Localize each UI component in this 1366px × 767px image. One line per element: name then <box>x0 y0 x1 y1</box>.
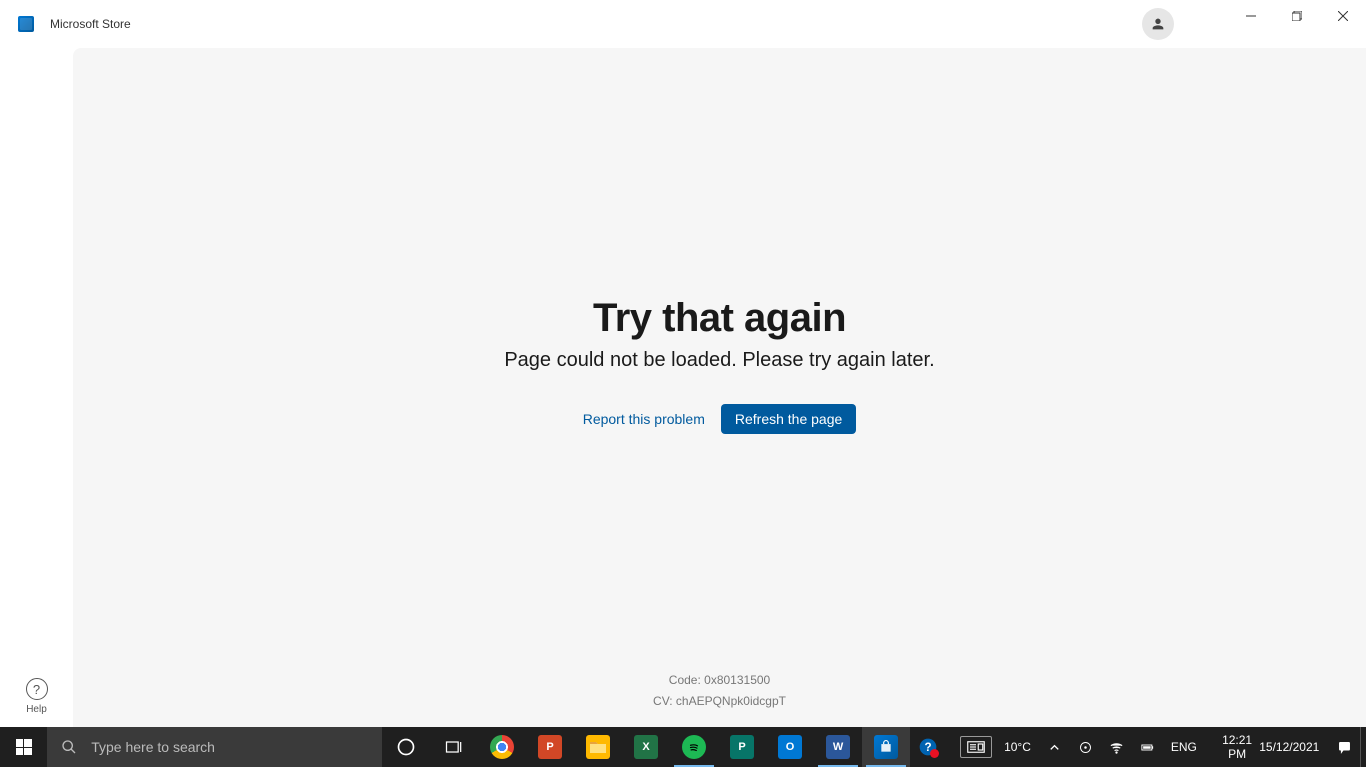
show-hidden-icons-button[interactable] <box>1039 727 1070 767</box>
windows-logo-icon <box>16 739 32 755</box>
excel-taskbar-button[interactable]: X <box>622 727 670 767</box>
weather-temperature: 10°C <box>1004 740 1031 754</box>
error-codes: Code: 0x80131500 CV: chAEPQNpk0idcgpT <box>653 670 786 713</box>
left-sidebar: ? Help <box>0 48 73 727</box>
chrome-taskbar-button[interactable] <box>478 727 526 767</box>
circle-icon <box>396 737 416 757</box>
error-panel: Try that again Page could not be loaded.… <box>320 296 1120 434</box>
clock-tray-item[interactable]: 12:21 PM 15/12/2021 <box>1205 727 1329 767</box>
folder-icon <box>586 735 610 759</box>
powerpoint-taskbar-button[interactable]: P <box>526 727 574 767</box>
clock-date: 15/12/2021 <box>1259 740 1319 754</box>
error-heading: Try that again <box>320 296 1120 341</box>
user-profile-button[interactable] <box>1142 8 1174 40</box>
store-app-icon <box>18 16 34 32</box>
store-taskbar-button[interactable] <box>862 727 910 767</box>
report-problem-link[interactable]: Report this problem <box>583 411 705 427</box>
language-label: ENG <box>1171 740 1197 754</box>
error-cv-line: CV: chAEPQNpk0idcgpT <box>653 691 786 713</box>
weather-tray-item[interactable]: 10°C <box>946 727 1039 767</box>
task-view-icon <box>444 737 464 757</box>
help-app-icon: ? <box>918 737 938 757</box>
cortana-button[interactable] <box>382 727 430 767</box>
battery-tray-icon[interactable] <box>1132 727 1163 767</box>
language-indicator[interactable]: ENG <box>1163 727 1205 767</box>
notification-icon <box>1337 740 1352 755</box>
help-label: Help <box>0 704 73 715</box>
taskbar-search[interactable]: Type here to search <box>47 727 382 767</box>
minimize-button[interactable] <box>1228 0 1274 32</box>
wifi-icon <box>1109 740 1124 755</box>
location-tray-icon[interactable] <box>1070 727 1101 767</box>
word-taskbar-button[interactable]: W <box>814 727 862 767</box>
search-icon <box>61 739 77 755</box>
publisher-taskbar-button[interactable]: P <box>718 727 766 767</box>
chrome-icon <box>490 735 514 759</box>
store-icon <box>874 735 898 759</box>
window-controls <box>1228 0 1366 32</box>
title-bar: Microsoft Store <box>0 0 1366 48</box>
help-icon: ? <box>26 678 48 700</box>
excel-icon: X <box>634 735 658 759</box>
spotify-icon <box>682 735 706 759</box>
refresh-page-button[interactable]: Refresh the page <box>721 404 856 434</box>
error-actions: Report this problem Refresh the page <box>320 404 1120 434</box>
search-placeholder: Type here to search <box>91 739 215 755</box>
app-title: Microsoft Store <box>50 17 131 31</box>
task-view-button[interactable] <box>430 727 478 767</box>
get-help-tray-button[interactable]: ? <box>910 727 946 767</box>
help-button[interactable]: ? Help <box>0 678 73 715</box>
start-button[interactable] <box>0 727 47 767</box>
word-icon: W <box>826 735 850 759</box>
wifi-tray-icon[interactable] <box>1101 727 1132 767</box>
close-button[interactable] <box>1320 0 1366 32</box>
action-center-button[interactable] <box>1329 727 1360 767</box>
show-desktop-button[interactable] <box>1360 727 1366 767</box>
clock-time: 12:21 PM <box>1215 733 1259 762</box>
spotify-taskbar-button[interactable] <box>670 727 718 767</box>
taskbar: Type here to search P X P <box>0 727 1366 767</box>
battery-icon <box>1140 740 1155 755</box>
news-widget-icon <box>960 736 992 758</box>
content-area: Try that again Page could not be loaded.… <box>73 48 1366 727</box>
error-code-line: Code: 0x80131500 <box>653 670 786 692</box>
person-icon <box>1150 16 1166 32</box>
outlook-taskbar-button[interactable]: O <box>766 727 814 767</box>
chevron-up-icon <box>1047 740 1062 755</box>
location-icon <box>1078 740 1093 755</box>
error-subtext: Page could not be loaded. Please try aga… <box>320 349 1120 372</box>
maximize-restore-button[interactable] <box>1274 0 1320 32</box>
system-tray: ? 10°C ENG 12:21 PM 15/12/2021 <box>910 727 1366 767</box>
publisher-icon: P <box>730 735 754 759</box>
outlook-icon: O <box>778 735 802 759</box>
file-explorer-taskbar-button[interactable] <box>574 727 622 767</box>
powerpoint-icon: P <box>538 735 562 759</box>
task-icons-group: P X P O W <box>382 727 910 767</box>
